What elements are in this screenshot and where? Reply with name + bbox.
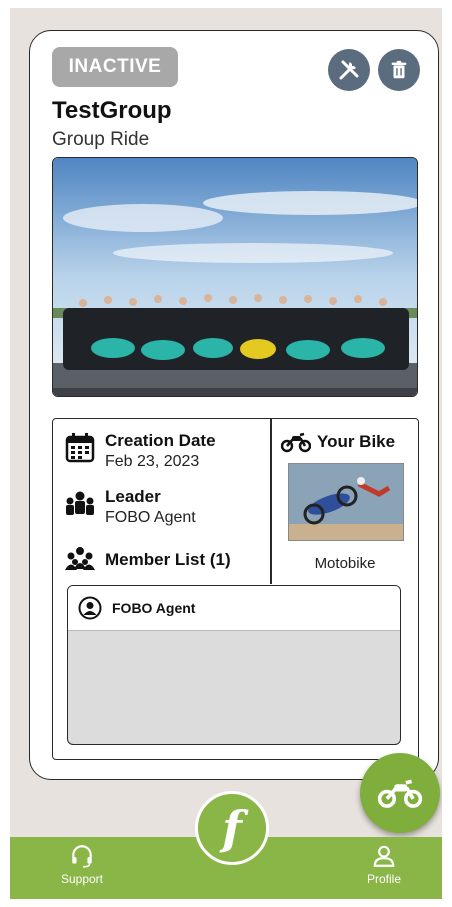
nav-profile-label: Profile — [366, 872, 401, 886]
leader-icon — [66, 491, 94, 515]
creation-date-label: Creation Date — [105, 431, 216, 450]
delete-button[interactable] — [378, 49, 420, 91]
nav-support[interactable]: Support — [42, 843, 122, 886]
group-card: INACTIVE TestGroup Group Ride Creation D… — [29, 30, 439, 780]
nav-profile[interactable]: Profile — [344, 843, 424, 886]
headset-icon — [72, 845, 92, 868]
creation-date-value: Feb 23, 2023 — [105, 453, 200, 470]
trash-icon — [391, 60, 407, 79]
your-bike-header: Your Bike — [281, 431, 395, 453]
group-photo — [52, 157, 418, 397]
user-avatar-icon — [78, 596, 102, 620]
list-item[interactable]: FOBO Agent — [68, 586, 400, 631]
nav-support-label: Support — [60, 872, 104, 886]
member-name: FOBO Agent — [112, 600, 196, 616]
member-list-row[interactable]: Member List (1) — [63, 543, 231, 577]
your-bike-label: Your Bike — [317, 432, 396, 451]
profile-icon — [373, 845, 395, 867]
group-info-panel: Creation Date Feb 23, 2023 Leader FOBO A… — [52, 418, 419, 760]
calendar-icon — [65, 433, 95, 463]
leader-label: Leader — [105, 487, 161, 506]
leader-row: Leader FOBO Agent — [63, 487, 196, 527]
group-type: Group Ride — [52, 129, 150, 150]
motorcycle-icon — [281, 432, 311, 453]
edit-button[interactable] — [328, 49, 370, 91]
leader-value: FOBO Agent — [105, 509, 196, 526]
home-logo-button[interactable]: f — [195, 791, 269, 865]
bike-photo[interactable] — [288, 463, 404, 541]
logo-icon: f — [222, 801, 242, 855]
tools-icon — [339, 60, 359, 80]
member-list-label: Member List (1) — [105, 550, 231, 569]
motorcycle-icon — [377, 779, 423, 808]
app-screen: INACTIVE TestGroup Group Ride Creation D… — [10, 8, 442, 899]
group-title: TestGroup — [52, 97, 172, 124]
creation-date-row: Creation Date Feb 23, 2023 — [63, 431, 216, 471]
status-badge: INACTIVE — [52, 47, 178, 87]
bike-name: Motobike — [314, 555, 376, 572]
member-list: FOBO Agent — [67, 585, 401, 745]
members-icon — [65, 547, 95, 570]
add-bike-button[interactable] — [360, 753, 440, 833]
